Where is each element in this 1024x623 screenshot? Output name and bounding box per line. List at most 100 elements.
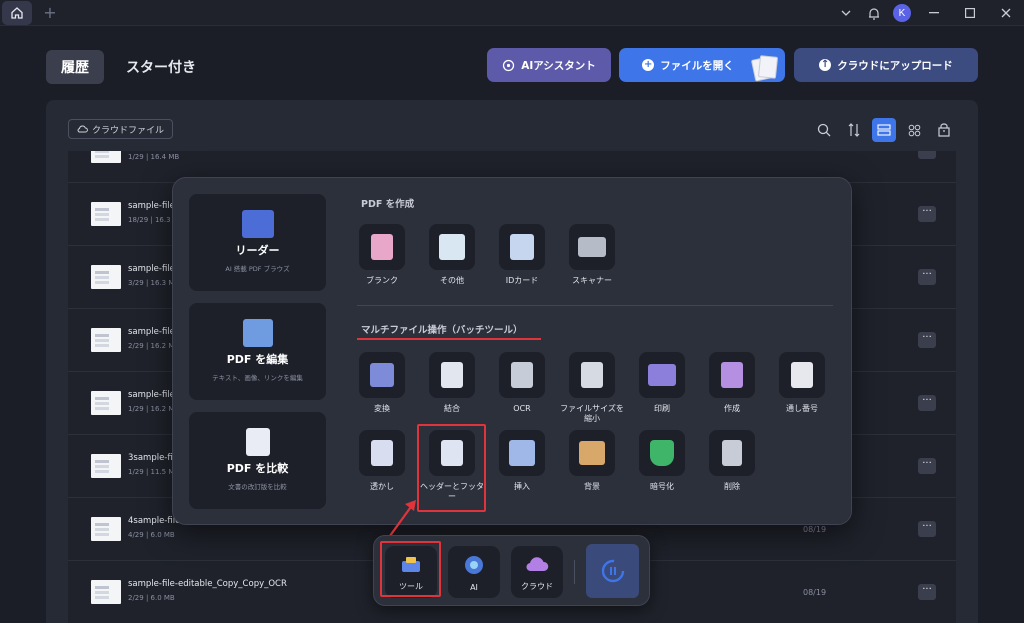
search-icon[interactable] (812, 118, 836, 142)
tile-label: ファイルサイズを縮小 (560, 404, 624, 423)
tab-history[interactable]: 履歴 (46, 50, 104, 84)
create-other-tile[interactable]: その他 (417, 224, 487, 286)
open-file-button[interactable]: + ファイルを開く (619, 48, 785, 82)
tile-label: 削除 (724, 482, 740, 491)
more-options-button[interactable]: ··· (918, 269, 936, 285)
dock-cloud-button[interactable]: クラウド (511, 546, 563, 598)
watermark-icon (371, 440, 393, 466)
file-thumbnail (91, 151, 121, 163)
grid-view-icon[interactable] (902, 118, 926, 142)
cloud-files-chip[interactable]: クラウドファイル (68, 119, 174, 139)
more-options-button[interactable]: ··· (918, 458, 936, 474)
upload-to-cloud-label: クラウドにアップロード (837, 59, 953, 72)
tools-popup: リーダー AI 搭載 PDF ブラウズ PDF を編集 テキスト、画像、リンクを… (172, 177, 852, 525)
more-options-button[interactable]: ··· (918, 395, 936, 411)
create-blank-tile[interactable]: ブランク (347, 224, 417, 286)
new-tab-button[interactable]: + (40, 3, 60, 23)
file-thumbnail (91, 391, 121, 415)
create-pdf-icon (721, 362, 743, 388)
file-name: sample-file (128, 201, 175, 211)
highlight-header-footer (417, 424, 486, 512)
dock-ai-button[interactable]: AI (448, 546, 500, 598)
batch-create-tile[interactable]: 作成 (697, 352, 767, 414)
tile-label: 透かし (370, 482, 394, 491)
panel-toolbar (812, 118, 956, 142)
sort-icon[interactable] (842, 118, 866, 142)
dock-assistant-button[interactable] (586, 544, 639, 598)
batch-combine-tile[interactable]: 結合 (417, 352, 487, 414)
section-divider (357, 305, 833, 306)
file-thumbnail (91, 328, 121, 352)
more-options-button[interactable]: ··· (918, 521, 936, 537)
shield-lock-icon (650, 440, 674, 466)
avatar: K (893, 4, 911, 22)
tile-label: ブランク (366, 276, 398, 285)
compare-pdf-card[interactable]: PDF を比較 文書の改訂版を比較 (189, 412, 326, 509)
edit-pdf-card[interactable]: PDF を編集 テキスト、画像、リンクを編集 (189, 303, 326, 400)
reader-title: リーダー (235, 244, 280, 257)
tile-label: 結合 (444, 404, 460, 413)
batch-section-title: マルチファイル操作（バッチツール） (361, 325, 523, 336)
batch-watermark-tile[interactable]: 透かし (347, 430, 417, 492)
batch-insert-tile[interactable]: 挿入 (487, 430, 557, 492)
batch-convert-tile[interactable]: 変換 (347, 352, 417, 414)
home-tab[interactable] (2, 1, 32, 25)
batch-compress-tile[interactable]: ファイルサイズを縮小 (557, 352, 627, 424)
close-icon[interactable] (988, 0, 1024, 26)
tile-label: IDカード (505, 276, 539, 285)
create-section-title: PDF を作成 (361, 199, 415, 210)
batch-ocr-tile[interactable]: OCR (487, 352, 557, 414)
upload-icon: ↑ (819, 59, 832, 71)
list-view-icon[interactable] (872, 118, 896, 142)
edit-pdf-title: PDF を編集 (226, 353, 289, 366)
file-thumbnail (91, 202, 121, 226)
more-options-button[interactable]: ··· (918, 332, 936, 348)
minimize-icon[interactable] (916, 0, 952, 26)
highlight-tools-button (380, 541, 441, 597)
documents-icon (750, 54, 779, 82)
batch-title-underline (357, 338, 541, 340)
blank-page-icon (371, 234, 393, 260)
file-name: sample-file (128, 264, 175, 274)
compare-pdf-title: PDF を比較 (226, 462, 289, 475)
create-idcard-tile[interactable]: IDカード (487, 224, 557, 286)
file-thumbnail (91, 454, 121, 478)
refresh-circle-icon (601, 559, 624, 583)
more-options-button[interactable]: ··· (918, 151, 936, 159)
cloud-files-label: クラウドファイル (92, 125, 165, 136)
file-date: 08/19 (803, 525, 827, 534)
background-icon (579, 441, 605, 465)
maximize-icon[interactable] (952, 0, 988, 26)
bates-number-icon (791, 362, 813, 388)
bell-icon[interactable] (860, 0, 888, 26)
file-name: sample-file (128, 327, 175, 337)
compare-pdf-subtitle: 文書の改訂版を比較 (228, 483, 287, 491)
chevron-down-icon[interactable] (832, 0, 860, 26)
tab-starred[interactable]: スター付き (126, 50, 196, 84)
id-card-icon (510, 234, 534, 260)
create-scanner-tile[interactable]: スキャナー (557, 224, 627, 286)
reader-card[interactable]: リーダー AI 搭載 PDF ブラウズ (189, 194, 326, 291)
batch-background-tile[interactable]: 背景 (557, 430, 627, 492)
scanner-icon (578, 237, 606, 257)
tile-label: 変換 (374, 404, 390, 413)
plus-icon: + (642, 59, 655, 71)
file-thumbnail (91, 517, 121, 541)
upload-to-cloud-button[interactable]: ↑ クラウドにアップロード (794, 48, 978, 82)
batch-encrypt-tile[interactable]: 暗号化 (627, 430, 697, 492)
more-options-button[interactable]: ··· (918, 584, 936, 600)
batch-print-tile[interactable]: 印刷 (627, 352, 697, 414)
cloud-icon (77, 125, 88, 133)
more-options-button[interactable]: ··· (918, 206, 936, 222)
batch-bates-tile[interactable]: 通し番号 (767, 352, 837, 414)
avatar-button[interactable]: K (888, 0, 916, 26)
dock-ai-label: AI (470, 583, 478, 592)
tile-label: OCR (513, 404, 531, 413)
shop-icon[interactable] (932, 118, 956, 142)
other-formats-icon (439, 234, 465, 260)
ai-assistant-button[interactable]: AIアシスタント (487, 48, 611, 82)
insert-icon (509, 440, 535, 466)
print-icon (648, 364, 676, 386)
file-meta: 4/29 | 6.0 MB (128, 531, 175, 539)
batch-delete-tile[interactable]: 削除 (697, 430, 767, 492)
